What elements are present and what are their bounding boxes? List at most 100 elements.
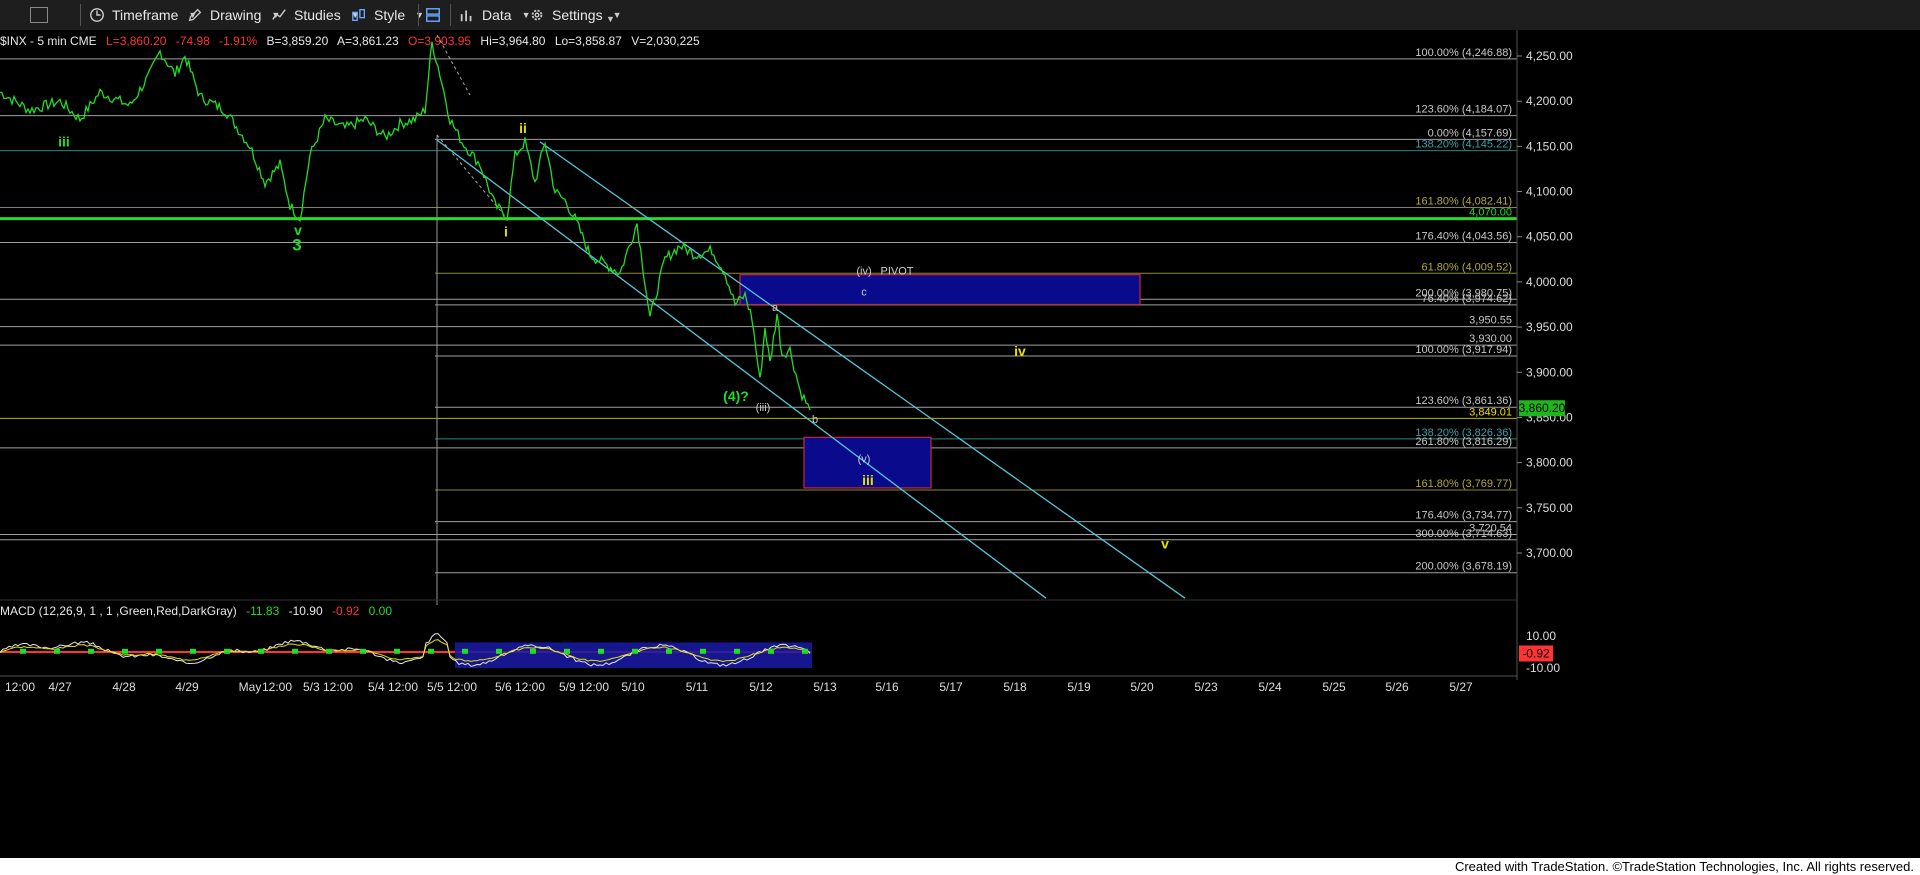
fib-level-label: 76.40% (3,974.62) — [1421, 293, 1512, 305]
wave-label: c — [861, 286, 867, 298]
price-axis-label: 3,800.00 — [1526, 456, 1573, 470]
macd-histogram-bar — [54, 648, 60, 654]
high-value: Hi=3,964.80 — [480, 34, 545, 48]
macd-value-1: -11.83 — [246, 604, 279, 618]
wave-label: a — [772, 302, 779, 314]
chart-canvas[interactable]: $INX - 5 min CME L=3,860.20 -74.98 -1.91… — [0, 30, 1920, 858]
macd-histogram-bar — [632, 648, 638, 654]
fib-level-label: 100.00% (4,246.88) — [1415, 47, 1512, 59]
time-axis-label: 5/9 12:00 — [559, 680, 609, 694]
style-icon — [352, 9, 365, 21]
macd-histogram-bar — [292, 648, 298, 654]
macd-value-4: 0.00 — [369, 604, 393, 618]
target-box — [739, 274, 1141, 306]
window-button[interactable] — [30, 4, 54, 26]
studies-label: Studies — [294, 7, 341, 23]
time-axis-label: 12:00 — [5, 680, 35, 694]
macd-header: MACD (12,26,9, 1 , 1 ,Green,Red,DarkGray… — [0, 604, 392, 618]
layout-icon — [426, 8, 440, 22]
macd-histogram-bar — [156, 648, 162, 654]
wave-label: iii — [58, 133, 70, 149]
macd-histogram-bar — [734, 648, 740, 654]
macd-value-2: -10.90 — [289, 604, 323, 618]
price-axis-label: 3,950.00 — [1526, 320, 1573, 334]
layout-button[interactable] — [424, 4, 448, 26]
style-label: Style — [374, 7, 406, 23]
time-axis-label: 5/25 — [1322, 680, 1346, 694]
symbol-label: $INX - 5 min CME — [0, 34, 97, 48]
settings-label: Settings — [552, 7, 603, 23]
price-axis-label: 3,700.00 — [1526, 546, 1573, 560]
wave-label: PIVOT — [880, 266, 913, 278]
wave-label: iii — [862, 472, 874, 488]
fib-level-label: 61.80% (4,009.52) — [1421, 261, 1512, 273]
toolbar-divider — [418, 4, 419, 26]
studies-icon — [272, 9, 286, 20]
time-axis-label: 5/13 — [813, 680, 837, 694]
macd-histogram-bar — [598, 648, 604, 654]
time-axis-label: May — [239, 680, 262, 694]
wave-label: (iii) — [756, 402, 771, 414]
clock-icon — [90, 8, 104, 22]
price-axis-label: 4,100.00 — [1526, 185, 1573, 199]
macd-histogram-bar — [768, 648, 774, 654]
macd-histogram-bar — [802, 648, 808, 654]
more-caret-icon: ▼ — [606, 14, 615, 24]
price-axis-label: 4,000.00 — [1526, 275, 1573, 289]
macd-histogram-bar — [88, 648, 94, 654]
macd-histogram-bar — [360, 648, 366, 654]
wave-label: 3 — [292, 235, 301, 254]
time-axis-label: 5/23 — [1194, 680, 1218, 694]
macd-histogram-bar — [224, 648, 230, 654]
fib-level-label: 4,070.00 — [1469, 207, 1512, 219]
macd-histogram-bar — [190, 648, 196, 654]
time-axis-label: 4/28 — [112, 680, 136, 694]
wave-label: (v) — [858, 454, 871, 466]
time-axis-label: 5/11 — [686, 680, 709, 694]
drawing-menu[interactable]: Drawing ▼ — [186, 4, 280, 26]
macd-histogram-bar — [700, 648, 706, 654]
wave-label: ii — [519, 120, 527, 136]
studies-menu[interactable]: Studies ▼ — [270, 4, 360, 26]
wave-label: iv — [1014, 343, 1026, 359]
price-axis-label: 4,150.00 — [1526, 139, 1573, 153]
fib-level-label: 200.00% (3,678.19) — [1415, 561, 1512, 573]
macd-label: MACD (12,26,9, 1 , 1 ,Green,Red,DarkGray… — [0, 604, 237, 618]
change-pct-value: -1.91% — [219, 34, 257, 48]
wave-label: i — [504, 224, 508, 240]
time-axis-label: 4/29 — [175, 680, 199, 694]
chart-toolbar: Timeframe ▼ Drawing ▼ Studies ▼ Style ▼ … — [0, 0, 1920, 31]
time-axis-label: 5/17 — [939, 680, 963, 694]
time-axis-label: 5/20 — [1130, 680, 1154, 694]
fib-level-label: 3,849.01 — [1469, 406, 1512, 418]
time-axis-label: 5/12 — [749, 680, 773, 694]
macd-histogram-bar — [20, 648, 26, 654]
timeframe-menu[interactable]: Timeframe ▼ — [88, 4, 197, 26]
toolbar-more-button[interactable]: ▼ — [606, 4, 615, 26]
time-axis-label: 5/5 12:00 — [427, 680, 477, 694]
window-icon — [30, 7, 48, 23]
macd-axis-label: -10.00 — [1526, 661, 1560, 675]
footer-text: Created with TradeStation. ©TradeStation… — [1454, 859, 1914, 874]
data-label: Data — [482, 7, 512, 23]
macd-axis-label: 10.00 — [1526, 629, 1556, 643]
fib-level-label: 176.40% (3,734.77) — [1415, 510, 1512, 522]
time-axis-label: 5/24 — [1258, 680, 1282, 694]
macd-histogram-bar — [428, 648, 434, 654]
time-axis-label: 12:00 — [262, 680, 292, 694]
macd-value-3: -0.92 — [332, 604, 360, 618]
fib-level-label: 161.80% (4,082.41) — [1415, 195, 1512, 207]
time-axis-label: 5/19 — [1067, 680, 1091, 694]
time-axis-label: 5/3 12:00 — [303, 680, 353, 694]
fib-level-label: 161.80% (3,769.77) — [1415, 478, 1512, 490]
style-menu[interactable]: Style ▼ — [350, 4, 424, 26]
fib-level-label: 100.00% (3,917.94) — [1415, 344, 1512, 356]
macd-histogram-bar — [530, 648, 536, 654]
time-axis-label: 5/4 12:00 — [368, 680, 418, 694]
toolbar-divider — [80, 4, 81, 26]
chevron-down-icon: ▼ — [415, 10, 425, 20]
drawing-label: Drawing — [210, 7, 262, 23]
time-axis-label: 5/10 — [621, 680, 645, 694]
bar-chart-icon — [460, 10, 472, 22]
data-menu[interactable]: Data ▼ — [458, 4, 531, 26]
